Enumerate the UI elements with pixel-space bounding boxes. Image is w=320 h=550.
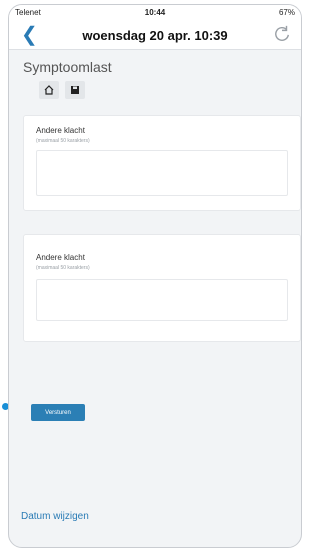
save-button[interactable] xyxy=(65,81,85,99)
field-hint: (maximaal 50 karakters) xyxy=(36,265,90,271)
field-label: Andere klacht xyxy=(36,253,85,262)
change-date-link[interactable]: Datum wijzigen xyxy=(21,511,89,522)
battery-label: 67% xyxy=(278,8,295,17)
nav-bar: ❮ woensdag 20 apr. 10:39 xyxy=(9,21,301,50)
field-label: Andere klacht xyxy=(36,126,85,135)
home-button[interactable] xyxy=(39,81,59,99)
field-hint: (maximaal 50 karakters) xyxy=(36,138,90,144)
complaint-input-1[interactable] xyxy=(36,150,288,196)
refresh-icon[interactable] xyxy=(273,25,291,43)
main-content: Symptoomlast Andere klacht (maximaal 50 … xyxy=(9,51,301,547)
complaint-card-1: Andere klacht (maximaal 50 karakters) xyxy=(23,115,301,211)
complaint-input-2[interactable] xyxy=(36,279,288,321)
page-date-title: woensdag 20 apr. 10:39 xyxy=(82,28,228,43)
complaint-card-2: Andere klacht (maximaal 50 karakters) xyxy=(23,234,301,342)
status-time: 10:44 xyxy=(144,8,166,17)
home-icon xyxy=(44,85,54,95)
phone-screen: Telenet 10:44 67% ❮ woensdag 20 apr. 10:… xyxy=(8,4,302,548)
status-bar: Telenet 10:44 67% xyxy=(9,5,301,21)
page-title: Symptoomlast xyxy=(23,59,112,75)
save-icon xyxy=(71,86,79,94)
submit-button[interactable]: Versturen xyxy=(31,404,85,421)
